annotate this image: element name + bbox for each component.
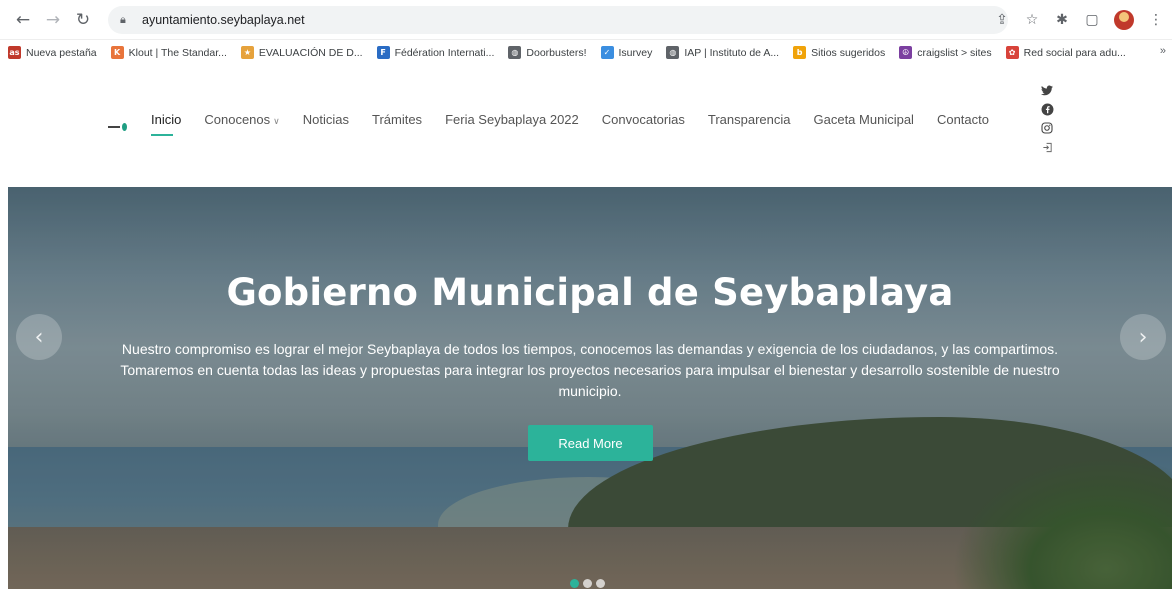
share-icon[interactable]: ⇪: [994, 12, 1010, 28]
nav-item-transparencia[interactable]: Transparencia: [708, 112, 791, 127]
peace-icon: ☮: [899, 46, 913, 59]
bookmark-item[interactable]: ✿ Red social para adu...: [1005, 46, 1126, 59]
nav-item-conocenos[interactable]: Conocenos ∨: [204, 112, 279, 127]
bookmark-item[interactable]: ◍ IAP | Instituto de A...: [666, 46, 779, 59]
bookmark-label: Nueva pestaña: [26, 46, 97, 59]
globe-icon: ◍: [508, 46, 522, 59]
bookmark-item[interactable]: b Sitios sugeridos: [793, 46, 885, 59]
globe-icon: ◍: [666, 46, 680, 59]
browser-toolbar: ← → ↻ 🔒︎ ayuntamiento.seybaplaya.net ⇪ ☆…: [0, 0, 1172, 40]
nav-item-label: Inicio: [151, 112, 182, 127]
bookmark-label: Isurvey: [618, 46, 653, 59]
bookmarks-overflow-button[interactable]: »: [1160, 45, 1166, 57]
twitter-icon[interactable]: [1040, 83, 1054, 97]
nav-item-tr-mites[interactable]: Trámites: [372, 112, 422, 127]
extensions-icon[interactable]: ✱: [1054, 12, 1070, 28]
instagram-icon[interactable]: [1040, 121, 1054, 135]
nav-item-feria-seybaplaya-2022[interactable]: Feria Seybaplaya 2022: [445, 112, 579, 127]
social-links: [1040, 83, 1054, 154]
social-icon: ✿: [1005, 46, 1019, 59]
hero-title: Gobierno Municipal de Seybaplaya: [226, 271, 954, 314]
bookmark-item[interactable]: as Nueva pestaña: [8, 46, 97, 59]
bookmark-label: Red social para adu...: [1023, 46, 1126, 59]
bing-icon: b: [793, 46, 807, 59]
nav-item-label: Noticias: [302, 112, 349, 127]
site-header: Inicio Conocenos ∨ Noticias Trámites Feria Se…: [0, 65, 1172, 176]
bookmark-item[interactable]: F Fédération Internati...: [376, 46, 495, 59]
forward-arrow-icon[interactable]: →: [42, 9, 64, 31]
bookmark-label: EVALUACIÓN DE D...: [258, 46, 363, 59]
bookmark-item[interactable]: K Klout | The Standar...: [110, 46, 227, 59]
read-more-button[interactable]: Read More: [528, 425, 653, 461]
star-icon[interactable]: ☆: [1024, 12, 1040, 28]
bookmark-label: IAP | Instituto de A...: [684, 46, 780, 59]
hero-description: Nuestro compromiso es lograr el mejor Se…: [120, 341, 1060, 399]
slider-dot[interactable]: [583, 579, 592, 588]
bookmark-item[interactable]: ☮ craigslist > sites: [899, 46, 992, 59]
klout-icon: K: [110, 46, 124, 59]
chevron-down-icon: ∨: [273, 117, 280, 127]
slider-dots: [570, 579, 605, 588]
as-icon: as: [8, 46, 21, 59]
nav-item-noticias[interactable]: Noticias: [303, 112, 349, 127]
nav-item-contacto[interactable]: Contacto: [937, 112, 989, 127]
reload-icon[interactable]: ↻: [72, 9, 94, 31]
bookmarks-bar: as Nueva pestaña K Klout | The Standar... ★ E…: [0, 40, 1172, 65]
lock-icon[interactable]: 🔒︎: [120, 13, 132, 26]
nav-item-inicio[interactable]: Inicio: [151, 112, 182, 136]
address-bar[interactable]: 🔒︎ ayuntamiento.seybaplaya.net: [108, 5, 1008, 34]
bookmark-item[interactable]: ✓ Isurvey: [600, 46, 653, 59]
nav-item-label: Transparencia: [707, 112, 791, 127]
sidepanel-icon[interactable]: ▢: [1084, 12, 1100, 28]
nav-item-label: Trámites: [371, 112, 423, 127]
site-logo[interactable]: [108, 123, 127, 131]
bookmark-label: Fédération Internati...: [394, 46, 495, 59]
menu-icon[interactable]: ⋮: [1148, 12, 1164, 28]
slider-dot[interactable]: [570, 579, 579, 588]
nav-item-label: Gaceta Municipal: [813, 112, 914, 127]
bookmark-label: Klout | The Standar...: [128, 46, 227, 59]
bookmark-item[interactable]: ◍ Doorbusters!: [508, 46, 587, 59]
nav-item-label: Contacto: [936, 112, 989, 127]
slider-next-icon[interactable]: ›: [1120, 314, 1166, 360]
login-icon[interactable]: [1040, 140, 1054, 154]
f-icon: F: [376, 46, 390, 59]
main-nav: Inicio Conocenos ∨ Noticias Trámites Feria Se…: [151, 112, 1012, 136]
check-icon: ✓: [600, 46, 614, 59]
medal-icon: ★: [240, 46, 254, 59]
slider-dot[interactable]: [596, 579, 605, 588]
hero-slider: Gobierno Municipal de Seybaplaya Nuestro…: [8, 187, 1172, 589]
url-text[interactable]: ayuntamiento.seybaplaya.net: [142, 13, 305, 27]
nav-item-convocatorias[interactable]: Convocatorias: [602, 112, 685, 127]
back-arrow-icon[interactable]: ←: [12, 9, 34, 31]
facebook-icon[interactable]: [1040, 102, 1054, 116]
nav-item-label: Feria Seybaplaya 2022: [445, 112, 579, 127]
bookmark-label: Doorbusters!: [526, 46, 587, 59]
nav-item-label: Convocatorias: [601, 112, 685, 127]
nav-item-gaceta-municipal[interactable]: Gaceta Municipal: [814, 112, 914, 127]
profile-avatar[interactable]: [1114, 10, 1134, 30]
bookmark-label: craigslist > sites: [917, 46, 992, 59]
slider-prev-icon[interactable]: ‹: [16, 314, 62, 360]
bookmark-item[interactable]: ★ EVALUACIÓN DE D...: [240, 46, 363, 59]
toolbar-actions: ⇪ ☆ ✱ ▢ ⋮: [994, 0, 1172, 40]
bookmark-label: Sitios sugeridos: [811, 46, 886, 59]
nav-item-label: Conocenos: [204, 112, 271, 127]
